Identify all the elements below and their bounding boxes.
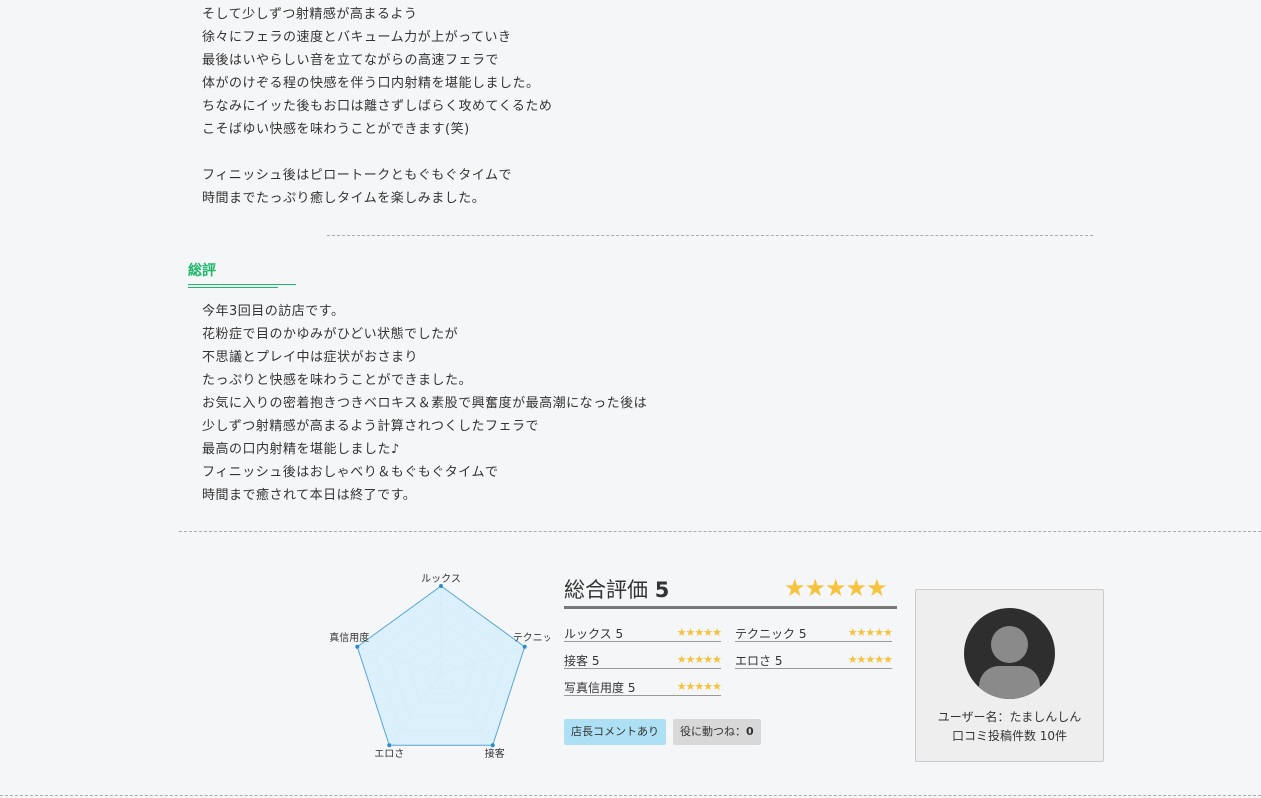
score-stars: ★★★★★ bbox=[847, 626, 893, 639]
text-line: フィニッシュ後はおしゃべり＆もぐもぐタイムで bbox=[202, 465, 499, 480]
text-line: 時間まで癒されて本日は終了です。 bbox=[202, 488, 417, 503]
text-line: たっぷりと快感を味わうことができました。 bbox=[202, 373, 473, 388]
score-stars: ★★★★★ bbox=[676, 680, 722, 693]
score-eros: エロさ 5 ★★★★★ bbox=[735, 650, 893, 669]
manager-comment-badge[interactable]: 店長コメントあり bbox=[564, 719, 666, 745]
text-line: 花粉症で目のかゆみがひどい状態でしたが bbox=[202, 327, 459, 342]
section-divider bbox=[327, 235, 1093, 236]
score-stars: ★★★★★ bbox=[676, 653, 722, 666]
score-photo-reliability: 写真信用度 5 ★★★★★ bbox=[564, 677, 722, 696]
score-stars: ★★★★★ bbox=[676, 626, 722, 639]
overall-rating-label: 総合評価 bbox=[564, 578, 648, 602]
text-line: 徐々にフェラの速度とバキューム力が上がっていき bbox=[202, 30, 512, 45]
score-technique: テクニック 5 ★★★★★ bbox=[735, 623, 893, 642]
heading-underline bbox=[188, 287, 278, 288]
avatar-body-icon bbox=[979, 666, 1040, 699]
score-label: 接客 5 bbox=[564, 654, 600, 668]
section-divider bbox=[179, 531, 1261, 532]
radar-label: ルックス bbox=[421, 573, 461, 585]
review-body-text: そして少しずつ射精感が高まるよう徐々にフェラの速度とバキューム力が上がっていき最… bbox=[202, 3, 552, 210]
radar-area bbox=[356, 585, 526, 746]
radar-point bbox=[522, 644, 527, 649]
avatar-head-icon bbox=[991, 626, 1028, 663]
heading-underline bbox=[188, 284, 296, 285]
score-looks: ルックス 5 ★★★★★ bbox=[564, 623, 722, 642]
text-line: 不思議とプレイ中は症状がおさまり bbox=[202, 350, 419, 365]
text-line: ちなみにイッた後もお口は離さずしばらく攻めてくるため bbox=[202, 99, 553, 114]
score-label: エロさ 5 bbox=[735, 654, 783, 668]
text-line: そして少しずつ射精感が高まるよう bbox=[202, 7, 418, 22]
text-line: お気に入りの密着抱きつきベロキス＆素股で興奮度が最高潮になった後は bbox=[202, 396, 648, 411]
section-divider bbox=[0, 795, 1261, 796]
overall-stars: ★★★★★ bbox=[784, 574, 888, 602]
helpful-button[interactable]: 役に動つね：0 bbox=[673, 719, 761, 745]
score-label: テクニック 5 bbox=[735, 627, 807, 641]
user-name[interactable]: ユーザー名：たましんしん bbox=[916, 708, 1103, 725]
text-line: 最後はいやらしい音を立てながらの高速フェラで bbox=[202, 53, 500, 68]
score-label: 写真信用度 5 bbox=[564, 681, 636, 695]
text-line: 体がのけぞる程の快感を伴う口内射精を堪能しました。 bbox=[202, 76, 540, 91]
radar-label: 写真信用度 bbox=[330, 631, 369, 644]
radar-point bbox=[355, 644, 360, 649]
summary-body-text: 今年3回目の訪店です。花粉症で目のかゆみがひどい状態でしたが 不思議とプレイ中は症… bbox=[202, 300, 647, 507]
text-line: 最高の口内射精を堪能しました♪ bbox=[202, 442, 400, 457]
summary-heading: 総評 bbox=[188, 263, 216, 279]
helpful-count: 0 bbox=[746, 725, 754, 738]
user-post-count: 口コミ投稿件数 10件 bbox=[951, 729, 1068, 743]
overall-rule bbox=[564, 606, 897, 609]
helpful-label: 役に動つね： bbox=[680, 725, 746, 738]
radar-point bbox=[387, 743, 392, 748]
score-stars: ★★★★★ bbox=[847, 653, 893, 666]
overall-rating-title: 総合評価 5 bbox=[564, 574, 669, 604]
radar-chart: ルックステクニック接客 エロさ 写真信用度 bbox=[330, 573, 550, 760]
radar-label: テクニック bbox=[513, 632, 550, 644]
radar-point bbox=[490, 743, 495, 748]
score-label: ルックス 5 bbox=[564, 627, 624, 641]
text-line bbox=[202, 141, 552, 164]
text-line: こそばゆい快感を味わうことができます(笑) bbox=[202, 122, 470, 137]
text-line: フィニッシュ後はピロートークともぐもぐタイムで bbox=[202, 168, 512, 183]
text-line: 少しずつ射精感が高まるよう計算されつくしたフェラで bbox=[202, 419, 539, 434]
text-line: 今年3回目の訪店です。 bbox=[202, 304, 345, 319]
score-service: 接客 5 ★★★★★ bbox=[564, 650, 722, 669]
radar-label: エロさ bbox=[374, 748, 404, 760]
text-line: 時間までたっぷり癒しタイムを楽しみました。 bbox=[202, 191, 486, 206]
radar-label: 接客 bbox=[485, 747, 505, 760]
overall-rating-value: 5 bbox=[654, 578, 670, 602]
avatar[interactable] bbox=[964, 608, 1055, 699]
user-card: ユーザー名：たましんしん 口コミ投稿件数 10件 bbox=[915, 589, 1104, 762]
